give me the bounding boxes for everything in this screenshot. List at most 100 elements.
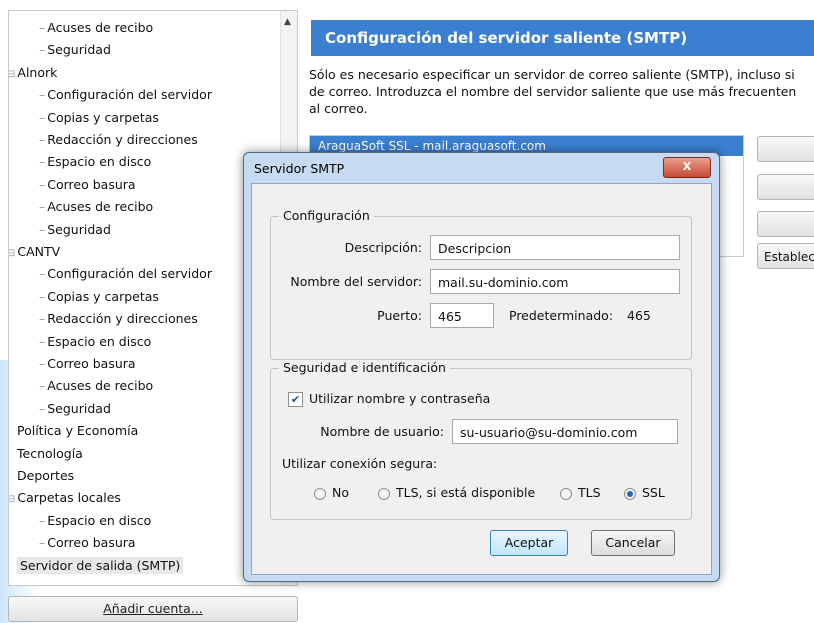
- tree-branch-line: –: [39, 109, 46, 125]
- radio-ssl-label[interactable]: SSL: [642, 485, 665, 500]
- set-default-button[interactable]: Establec: [757, 243, 814, 269]
- tree-item-label: Redacción y direcciones: [47, 132, 198, 147]
- username-input[interactable]: su-usuario@su-dominio.com: [452, 419, 678, 444]
- tree-item-label: Alnork: [17, 64, 58, 80]
- tree-item-label: Correo basura: [47, 176, 136, 192]
- tree-item-label: Deportes: [17, 468, 75, 483]
- add-server-button[interactable]: [757, 136, 814, 162]
- radio-no-label[interactable]: No: [332, 485, 349, 500]
- description-label: Descripción:: [282, 240, 422, 255]
- default-port-value: 465: [627, 308, 651, 323]
- collapse-icon[interactable]: ⊟: [9, 69, 15, 80]
- tree-branch-line: –: [39, 356, 46, 371]
- radio-tls[interactable]: [560, 488, 572, 500]
- security-group-title: Seguridad e identificación: [279, 360, 450, 375]
- configuration-group-title: Configuración: [279, 208, 374, 223]
- description-label-text: Descripción:: [344, 240, 422, 255]
- tree-item[interactable]: – Configuración del servidor: [39, 263, 212, 285]
- tree-item-label: Carpetas locales: [17, 490, 121, 506]
- default-port-label: Predeterminado:: [509, 308, 614, 323]
- collapse-icon[interactable]: ⊟: [9, 494, 15, 505]
- tree-item-label: Política y Economía: [17, 423, 139, 439]
- tree-item[interactable]: ⊟Alnork: [9, 62, 58, 84]
- tree-item[interactable]: ⊟Carpetas locales: [9, 487, 121, 509]
- server-name-label-text: Nombre del servidor:: [290, 274, 422, 289]
- username-label-text: Nombre de usuario:: [320, 424, 444, 439]
- port-label: Puerto:: [282, 308, 422, 323]
- add-account-label: Añadir cuenta...: [103, 601, 203, 616]
- description-input[interactable]: Descripcion: [430, 235, 680, 260]
- accept-button[interactable]: Aceptar: [490, 530, 568, 556]
- tree-branch-line: –: [39, 199, 46, 215]
- smtp-settings-header: Configuración del servidor saliente (SMT…: [311, 20, 814, 56]
- tree-branch-line: –: [39, 221, 46, 237]
- remove-server-button[interactable]: [757, 211, 814, 237]
- server-name-label: Nombre del servidor:: [282, 274, 422, 289]
- description-line: de correo. Introduzca el nombre del serv…: [309, 84, 797, 99]
- edit-server-button[interactable]: [757, 174, 814, 200]
- tree-item[interactable]: ⊟CANTV: [9, 241, 61, 263]
- radio-tls-if-available[interactable]: [378, 488, 390, 500]
- tree-item[interactable]: Deportes: [17, 465, 74, 487]
- dialog-title: Servidor SMTP: [254, 161, 345, 176]
- close-icon[interactable]: X: [663, 157, 711, 178]
- scroll-up-arrow-icon[interactable]: ▲: [284, 17, 291, 27]
- smtp-description: Sólo es necesario especificar un servido…: [309, 66, 814, 117]
- tree-item[interactable]: – Seguridad: [39, 219, 111, 241]
- port-input[interactable]: 465: [430, 303, 494, 328]
- tree-branch-line: –: [39, 535, 46, 551]
- tree-item[interactable]: Política y Economía: [17, 420, 138, 442]
- tree-item[interactable]: – Correo basura: [39, 174, 136, 196]
- tree-item[interactable]: – Seguridad: [39, 39, 111, 61]
- server-name-input[interactable]: mail.su-dominio.com: [430, 269, 680, 294]
- tree-branch-line: –: [39, 378, 46, 394]
- tree-item[interactable]: – Copias y carpetas: [39, 107, 159, 129]
- checkmark-icon: ✔: [290, 393, 301, 406]
- tree-item[interactable]: – Espacio en disco: [39, 151, 151, 173]
- tree-item[interactable]: – Redacción y direcciones: [39, 308, 198, 330]
- use-credentials-checkbox[interactable]: ✔: [288, 392, 303, 407]
- radio-ssl[interactable]: [624, 488, 636, 500]
- tree-item-label: Correo basura: [47, 535, 136, 551]
- tree-branch-line: –: [39, 288, 46, 304]
- tree-item[interactable]: – Acuses de recibo: [39, 17, 154, 39]
- tree-item-label: Seguridad: [47, 221, 111, 237]
- use-credentials-label[interactable]: Utilizar nombre y contraseña: [309, 391, 490, 406]
- tree-item[interactable]: – Copias y carpetas: [39, 286, 159, 308]
- tree-item-label: Seguridad: [47, 42, 111, 58]
- tree-item-label: Redacción y direcciones: [47, 311, 198, 327]
- tree-item[interactable]: – Seguridad: [39, 398, 111, 420]
- tree-item[interactable]: Servidor de salida (SMTP): [17, 555, 184, 577]
- tree-item[interactable]: – Configuración del servidor: [39, 84, 212, 106]
- radio-tls-if-available-label[interactable]: TLS, si está disponible: [396, 485, 535, 500]
- radio-tls-label[interactable]: TLS: [578, 485, 601, 500]
- tree-branch-line: –: [39, 266, 46, 282]
- tree-item[interactable]: – Correo basura: [39, 353, 136, 375]
- tree-branch-line: –: [39, 20, 46, 35]
- tree-branch-line: –: [39, 87, 46, 103]
- tree-item[interactable]: – Espacio en disco: [39, 331, 151, 353]
- smtp-server-dialog: Servidor SMTP X Configuración Descripció…: [243, 152, 720, 582]
- tree-item[interactable]: – Redacción y direcciones: [39, 129, 198, 151]
- tree-item-label: Configuración del servidor: [47, 266, 212, 282]
- username-label: Nombre de usuario:: [282, 424, 444, 439]
- tree-item-label: CANTV: [17, 244, 61, 259]
- tree-item-label: Acuses de recibo: [47, 20, 154, 35]
- add-account-button[interactable]: Añadir cuenta...: [8, 596, 298, 622]
- tree-item[interactable]: – Correo basura: [39, 532, 136, 554]
- tree-branch-line: –: [39, 400, 46, 416]
- collapse-icon[interactable]: ⊟: [9, 248, 15, 259]
- tree-item-label: Servidor de salida (SMTP): [17, 556, 184, 574]
- description-line: Sólo es necesario especificar un servido…: [309, 67, 795, 82]
- tree-item[interactable]: – Acuses de recibo: [39, 196, 153, 218]
- tree-item[interactable]: Tecnología: [17, 443, 83, 465]
- tree-item-label: Seguridad: [47, 400, 111, 416]
- tree-branch-line: –: [39, 154, 46, 170]
- radio-no[interactable]: [314, 488, 326, 500]
- description-line: al correo.: [309, 101, 368, 116]
- dialog-body: Configuración Descripción: Descripcion N…: [251, 183, 712, 575]
- tree-item[interactable]: – Acuses de recibo: [39, 375, 153, 397]
- cancel-button[interactable]: Cancelar: [591, 530, 675, 556]
- tree-item-label: Tecnología: [17, 445, 83, 461]
- tree-item[interactable]: – Espacio en disco: [39, 510, 151, 532]
